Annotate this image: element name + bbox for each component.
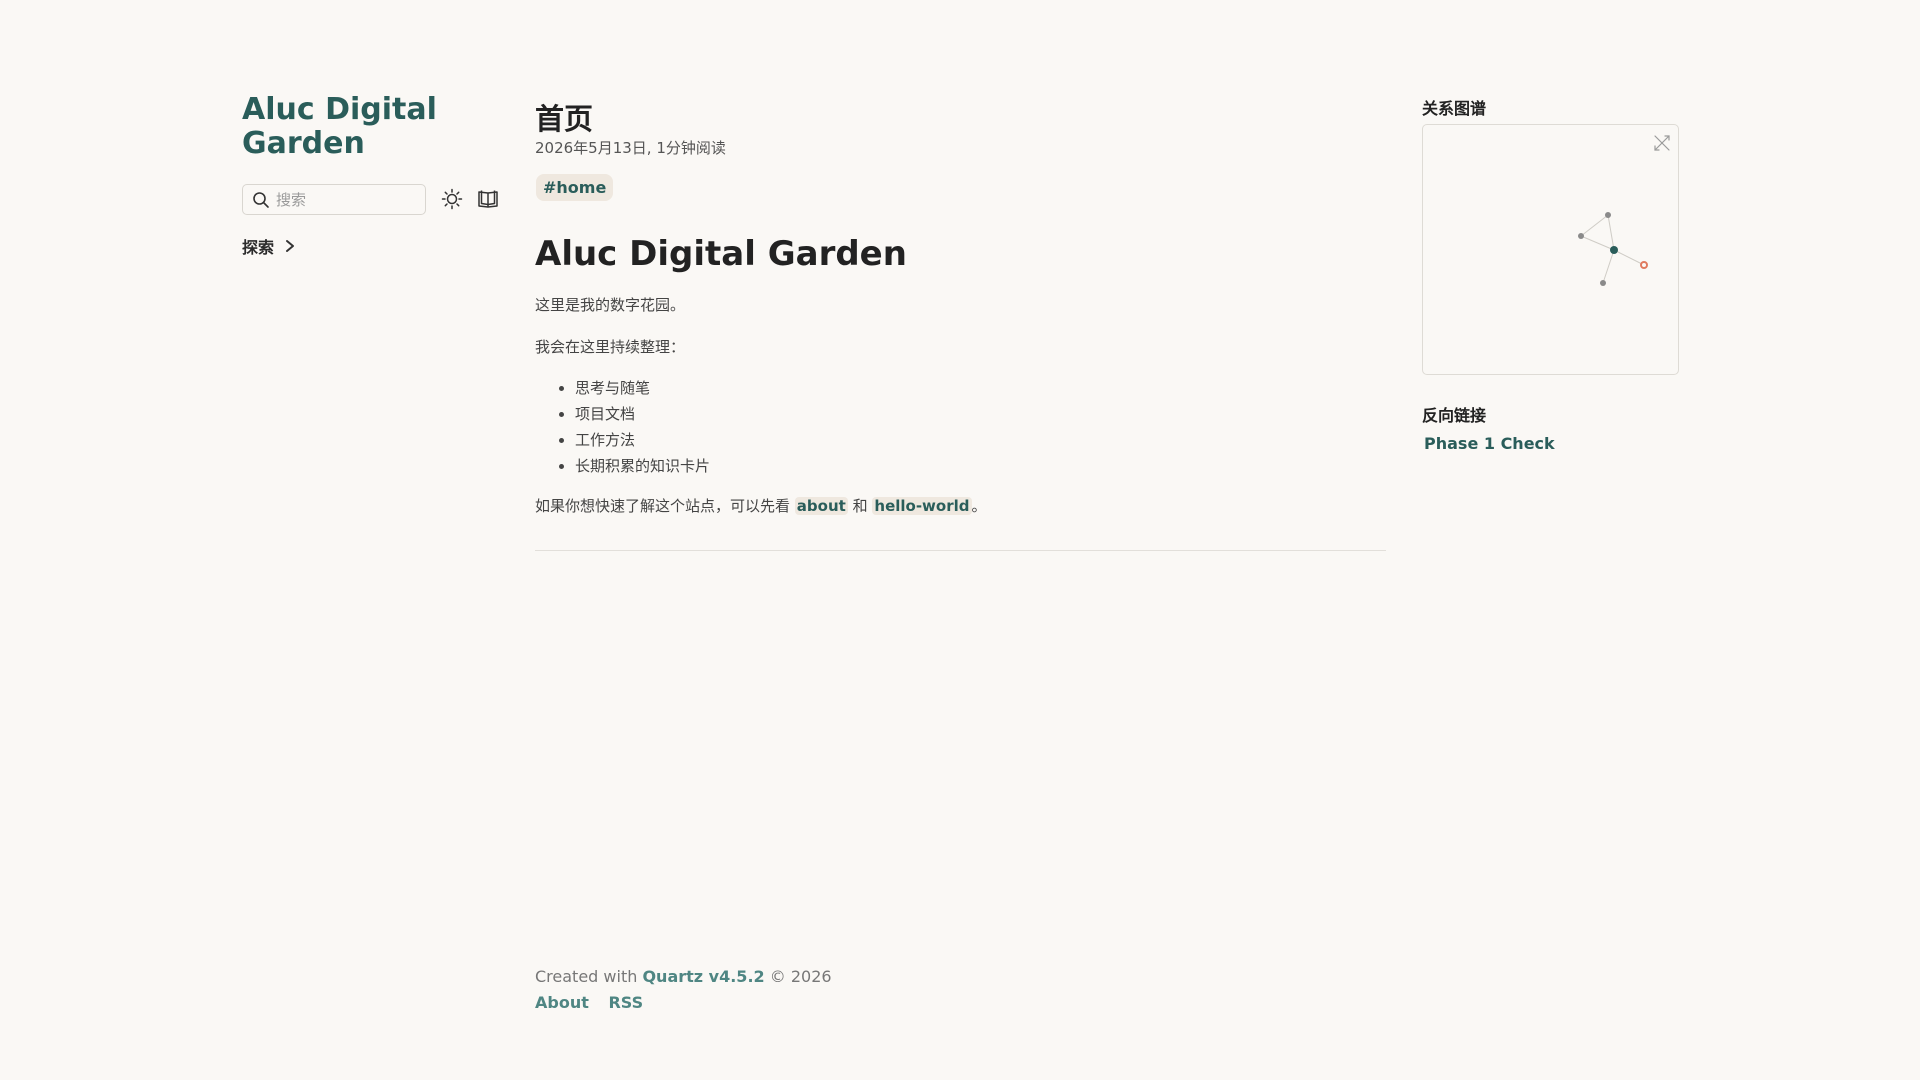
list-item: 思考与随笔 <box>575 375 710 401</box>
outro-text: 如果你想快速了解这个站点，可以先看 about 和 hello-world。 <box>535 495 987 516</box>
sun-icon[interactable] <box>439 186 465 212</box>
link-hello-world[interactable]: hello-world <box>872 497 972 515</box>
site-title[interactable]: Aluc Digital Garden <box>242 93 472 161</box>
list-item: 长期积累的知识卡片 <box>575 453 710 479</box>
footer-credit: Created with Quartz v4.5.2 © 2026 <box>535 967 832 986</box>
outro-suffix: 。 <box>971 497 987 515</box>
list-item: 项目文档 <box>575 401 710 427</box>
graph-title: 关系图谱 <box>1422 99 1487 118</box>
search-placeholder: 搜索 <box>276 191 307 209</box>
page-title: 首页 <box>535 102 594 136</box>
chevron-right-icon <box>286 240 295 252</box>
footer-created-prefix: Created with <box>535 967 638 986</box>
graph-node[interactable] <box>1600 280 1606 286</box>
search-input[interactable]: 搜索 <box>242 184 426 215</box>
explorer-toggle[interactable]: 探索 <box>242 234 296 258</box>
graph-canvas[interactable] <box>1423 125 1680 376</box>
outro-prefix: 如果你想快速了解这个站点，可以先看 <box>535 497 791 515</box>
footer-link-about[interactable]: About <box>535 993 589 1012</box>
graph-node-current[interactable] <box>1640 261 1648 269</box>
graph-node[interactable] <box>1605 212 1611 218</box>
intro-text: 这里是我的数字花园。 <box>535 296 686 314</box>
backlink-item[interactable]: Phase 1 Check <box>1424 434 1555 453</box>
expand-icon[interactable] <box>1654 135 1670 151</box>
list-intro-text: 我会在这里持续整理： <box>535 338 686 356</box>
list-item: 工作方法 <box>575 427 710 453</box>
quartz-link[interactable]: Quartz v4.5.2 <box>642 967 764 986</box>
graph-node[interactable] <box>1610 246 1618 254</box>
article-heading: Aluc Digital Garden <box>535 234 907 274</box>
topic-list: 思考与随笔 项目文档 工作方法 长期积累的知识卡片 <box>575 375 710 479</box>
content-divider <box>535 550 1386 551</box>
book-icon[interactable] <box>475 186 501 212</box>
search-icon <box>253 191 269 208</box>
explorer-label: 探索 <box>242 238 275 257</box>
graph-node[interactable] <box>1578 233 1584 239</box>
backlinks-title: 反向链接 <box>1422 406 1487 425</box>
graph-view[interactable] <box>1422 124 1679 375</box>
outro-conj: 和 <box>852 497 868 515</box>
footer-link-rss[interactable]: RSS <box>608 993 643 1012</box>
tag-home[interactable]: #home <box>536 174 614 201</box>
page-meta: 2026年5月13日, 1分钟阅读 <box>535 139 726 157</box>
link-about[interactable]: about <box>794 497 848 515</box>
footer-links: About RSS <box>535 993 657 1012</box>
footer-copyright: © 2026 <box>769 967 832 986</box>
